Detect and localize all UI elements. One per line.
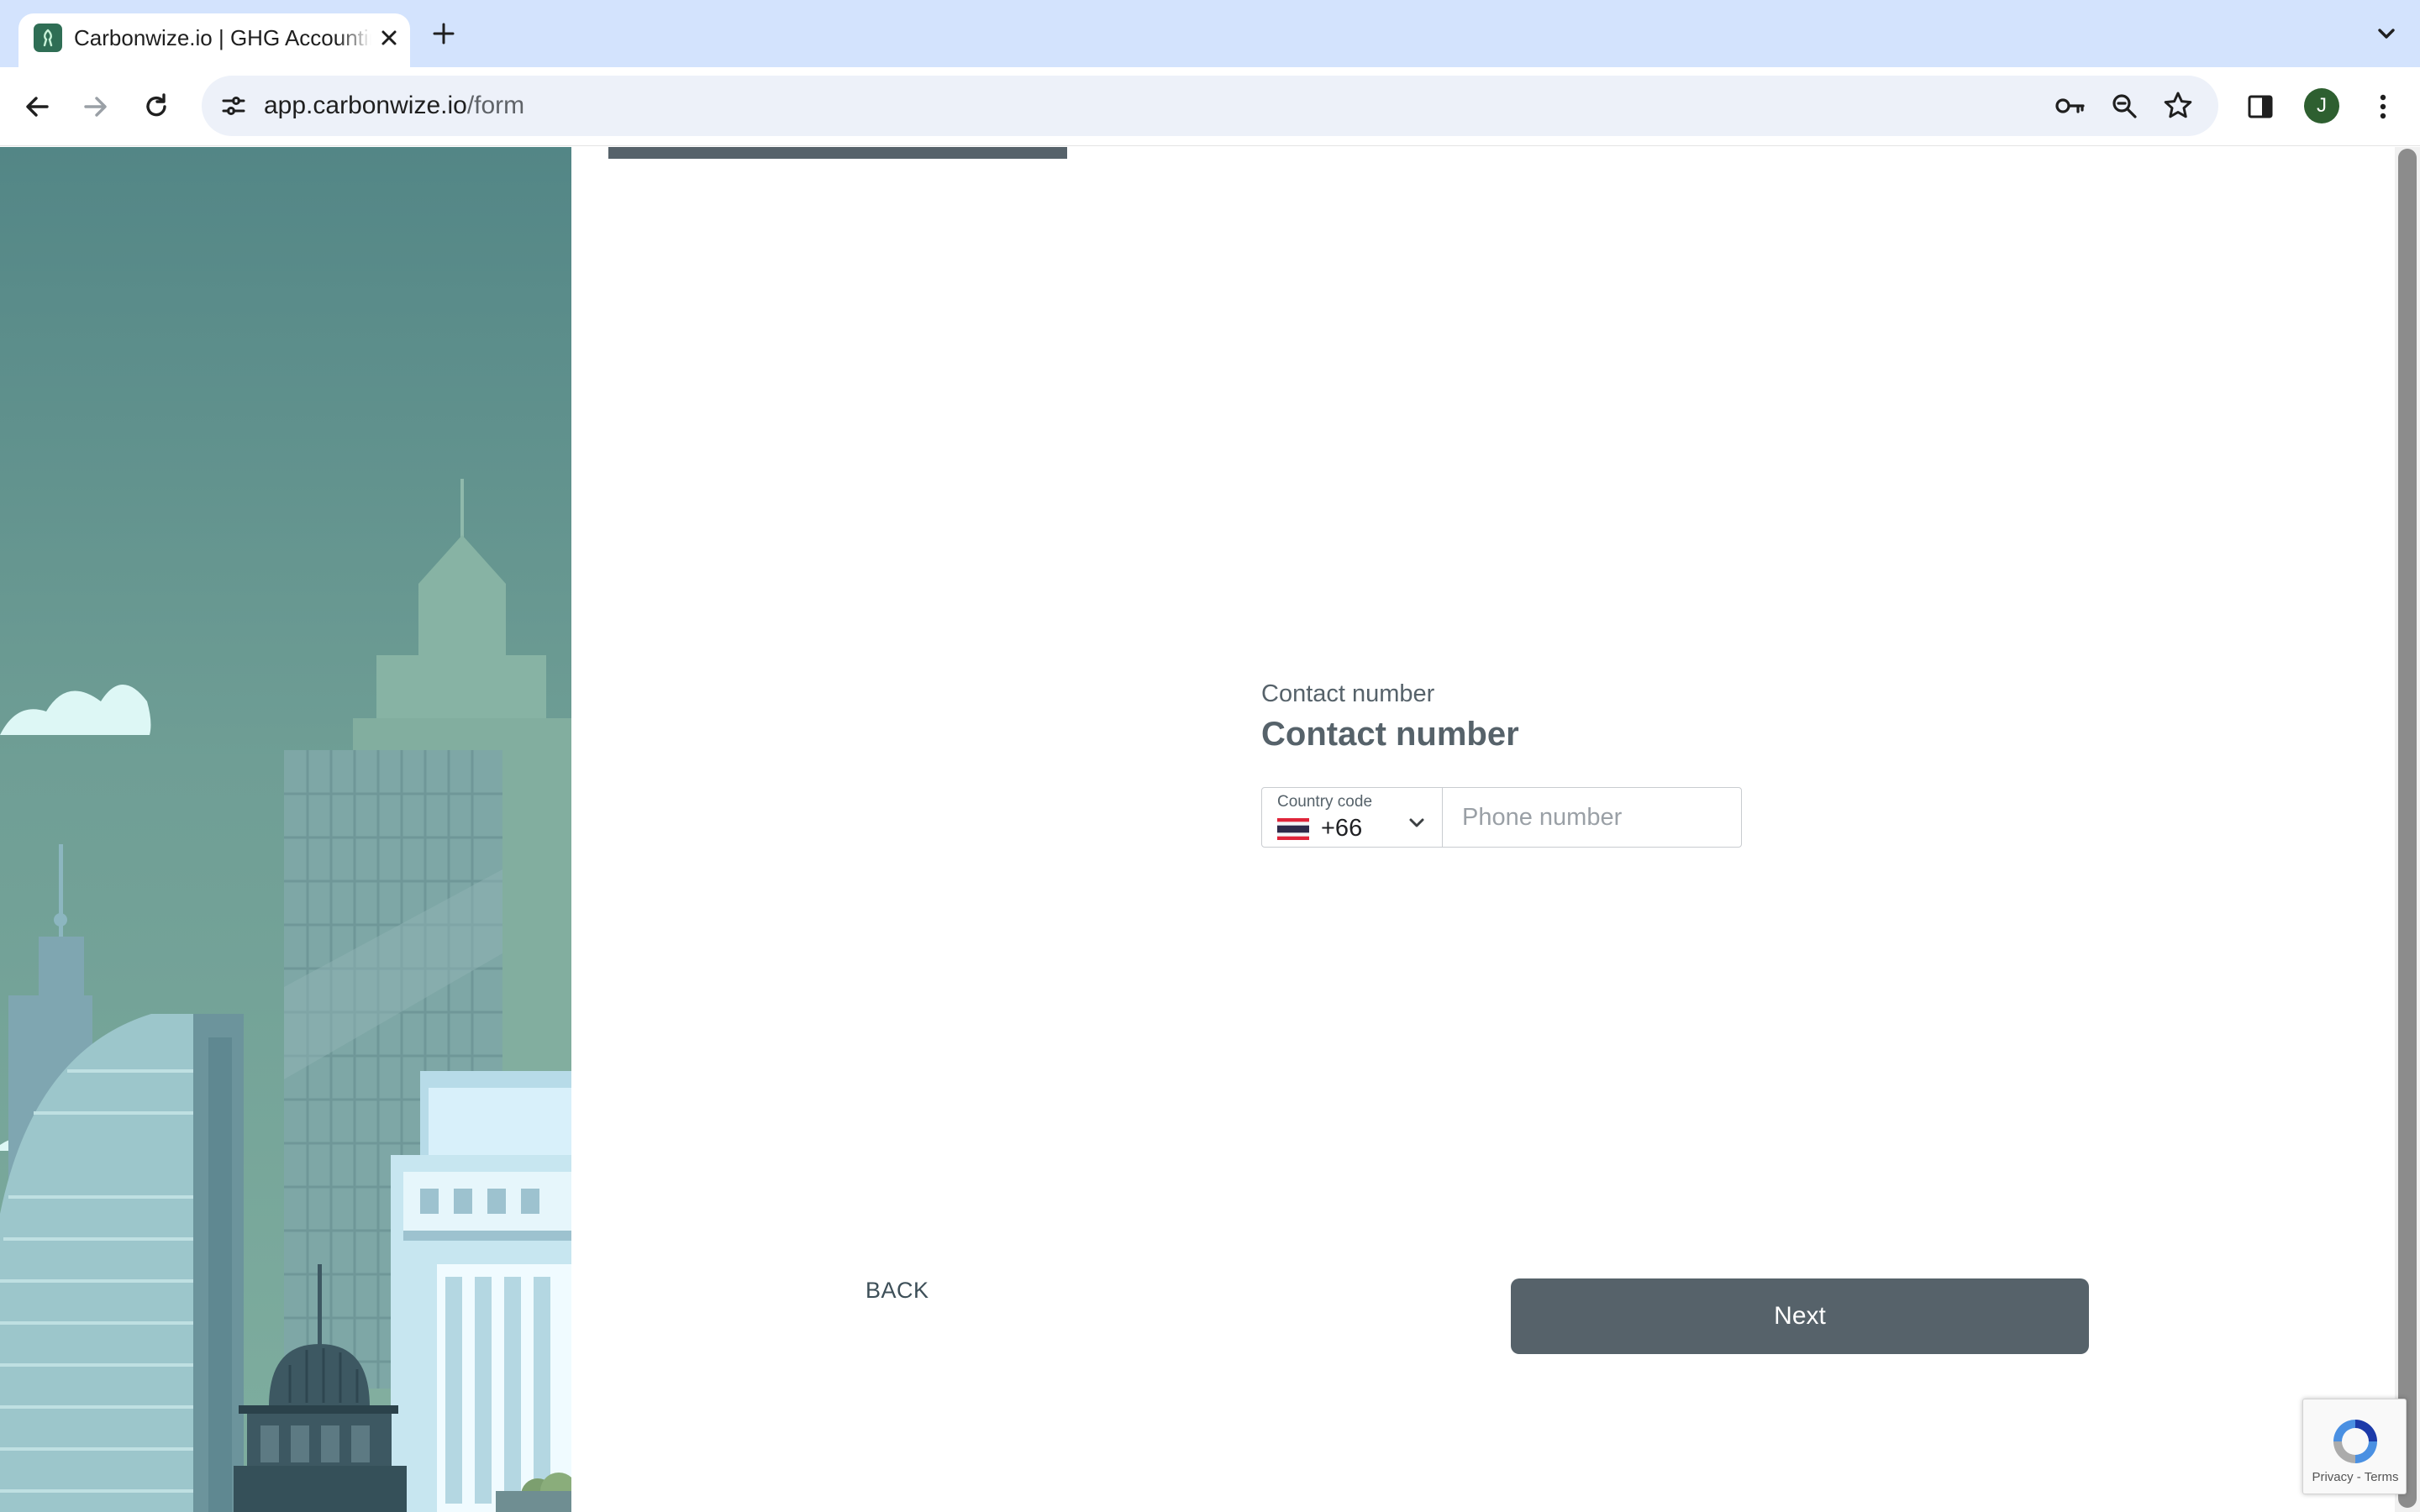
browser-toolbar: app.carbonwize.io/form bbox=[0, 67, 2420, 146]
back-arrow-icon[interactable] bbox=[17, 87, 57, 127]
city-skyline-illustration bbox=[0, 147, 571, 1512]
form-progress-bar bbox=[608, 147, 1067, 159]
recaptcha-separator: - bbox=[2356, 1470, 2361, 1484]
new-tab-icon[interactable] bbox=[429, 18, 459, 49]
bookmark-star-icon[interactable] bbox=[2158, 86, 2198, 126]
forward-arrow-icon[interactable] bbox=[76, 87, 116, 127]
profile-avatar[interactable]: J bbox=[2304, 88, 2339, 123]
phone-field-group: Country code +66 bbox=[1261, 787, 1742, 848]
side-panel-icon[interactable] bbox=[2240, 87, 2281, 127]
tab-close-icon[interactable] bbox=[376, 25, 402, 50]
reload-icon[interactable] bbox=[136, 87, 176, 127]
next-button[interactable]: Next bbox=[1511, 1278, 2089, 1354]
recaptcha-badge[interactable]: Privacy - Terms bbox=[2302, 1399, 2407, 1494]
password-key-icon[interactable] bbox=[2050, 86, 2091, 126]
country-code-value: +66 bbox=[1321, 815, 1363, 842]
url-host: app.carbonwize.io bbox=[264, 92, 467, 119]
url-path: /form bbox=[466, 92, 525, 119]
carbonwize-favicon-icon bbox=[34, 24, 62, 52]
thailand-flag-icon bbox=[1277, 818, 1309, 840]
tab-title: Carbonwize.io | GHG Accounting bbox=[74, 21, 371, 55]
page-viewport: Contact number Contact number Country co… bbox=[0, 147, 2420, 1512]
recaptcha-logo-icon bbox=[2333, 1420, 2377, 1463]
recaptcha-privacy-link[interactable]: Privacy bbox=[2312, 1470, 2353, 1484]
url-text[interactable]: app.carbonwize.io/form bbox=[264, 76, 524, 136]
form-panel: Contact number Contact number Country co… bbox=[571, 147, 2420, 1512]
question-title: Contact number bbox=[1261, 716, 1519, 753]
browser-menu-icon[interactable] bbox=[2363, 87, 2403, 127]
recaptcha-links: Privacy - Terms bbox=[2303, 1470, 2407, 1484]
address-bar[interactable]: app.carbonwize.io/form bbox=[202, 76, 2218, 136]
site-info-tune-icon[interactable] bbox=[213, 86, 254, 126]
phone-number-input[interactable] bbox=[1444, 788, 1741, 847]
zoom-icon[interactable] bbox=[2104, 86, 2144, 126]
question-label: Contact number bbox=[1261, 680, 1435, 707]
country-code-select[interactable]: Country code +66 bbox=[1262, 788, 1443, 847]
recaptcha-terms-link[interactable]: Terms bbox=[2365, 1470, 2399, 1484]
scrollbar-thumb[interactable] bbox=[2398, 149, 2417, 1508]
tab-search-chevron-icon[interactable] bbox=[2370, 18, 2403, 49]
back-button[interactable]: BACK bbox=[865, 1278, 929, 1315]
browser-tab-bar: Carbonwize.io | GHG Accounting bbox=[0, 0, 2420, 67]
country-code-label: Country code bbox=[1277, 793, 1373, 811]
browser-tab-active[interactable]: Carbonwize.io | GHG Accounting bbox=[18, 13, 410, 67]
chevron-down-icon bbox=[1405, 811, 1428, 835]
page-scrollbar[interactable] bbox=[2395, 147, 2420, 1512]
